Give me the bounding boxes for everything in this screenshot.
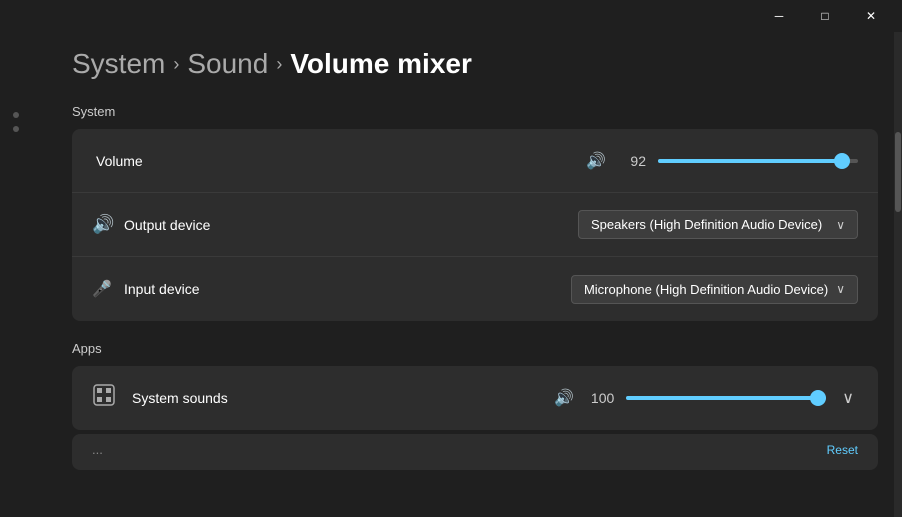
input-chevron-icon: ∨ [836, 282, 845, 296]
system-card: Volume 🔊 92 🔊 [72, 129, 878, 321]
breadcrumb-sound[interactable]: Sound [187, 48, 268, 80]
minimize-button[interactable]: ─ [756, 0, 802, 32]
system-sounds-expand-button[interactable]: ∨ [838, 384, 858, 412]
partial-app-row: ... Reset [72, 434, 878, 470]
input-device-row: 🎤 Input device Microphone (High Definiti… [72, 257, 878, 321]
volume-value: 92 [618, 153, 646, 169]
volume-row: Volume 🔊 92 [72, 129, 878, 193]
volume-speaker-icon: 🔊 [586, 151, 606, 171]
window: ─ □ ✕ System › Sound › Volume mixer Syst… [0, 0, 902, 517]
sidebar-dot-1 [13, 112, 19, 118]
scrollbar-thumb[interactable] [895, 132, 901, 212]
main-content: System › Sound › Volume mixer System Vol… [32, 32, 902, 486]
system-sounds-label: System sounds [132, 390, 554, 406]
output-device-label: Output device [124, 217, 578, 233]
input-device-label: Input device [124, 281, 571, 297]
breadcrumb-sep-2: › [276, 54, 282, 75]
volume-controls: 🔊 92 [586, 151, 858, 171]
system-sounds-controls: 🔊 100 ∨ [554, 384, 858, 412]
maximize-button[interactable]: □ [802, 0, 848, 32]
mic-icon: 🎤 [92, 279, 120, 299]
volume-label: Volume [96, 153, 586, 169]
system-sounds-row: System sounds 🔊 100 ∨ [72, 366, 878, 430]
breadcrumb: System › Sound › Volume mixer [72, 48, 878, 80]
partial-row-right: Reset [827, 443, 858, 457]
breadcrumb-sep-1: › [173, 54, 179, 75]
breadcrumb-system[interactable]: System [72, 48, 165, 80]
system-sounds-thumb[interactable] [810, 390, 826, 406]
close-button[interactable]: ✕ [848, 0, 894, 32]
apps-section-label: Apps [72, 341, 878, 356]
input-device-controls: Microphone (High Definition Audio Device… [571, 275, 858, 304]
output-device-value: Speakers (High Definition Audio Device) [591, 217, 822, 232]
system-sounds-fill [626, 396, 826, 400]
scrollbar[interactable] [894, 32, 902, 517]
system-sounds-value: 100 [586, 390, 614, 406]
sidebar [0, 32, 32, 517]
system-sounds-icon [92, 383, 128, 413]
apps-card: System sounds 🔊 100 ∨ [72, 366, 878, 430]
output-device-controls: Speakers (High Definition Audio Device) … [578, 210, 858, 239]
system-section-label: System [72, 104, 878, 119]
partial-row-hint: ... [92, 442, 827, 457]
volume-fill [658, 159, 842, 163]
system-sounds-slider-container [626, 388, 826, 408]
system-sounds-track[interactable] [626, 396, 826, 400]
sidebar-dot-2 [13, 126, 19, 132]
apps-section: Apps System sounds [72, 341, 878, 470]
volume-thumb[interactable] [834, 153, 850, 169]
volume-track[interactable] [658, 159, 858, 163]
partial-row-content: ... Reset [72, 434, 878, 465]
output-device-row: 🔊 Output device Speakers (High Definitio… [72, 193, 878, 257]
output-device-dropdown[interactable]: Speakers (High Definition Audio Device) … [578, 210, 858, 239]
volume-slider-container [658, 151, 858, 171]
breadcrumb-current: Volume mixer [290, 48, 472, 80]
input-device-dropdown[interactable]: Microphone (High Definition Audio Device… [571, 275, 858, 304]
title-bar: ─ □ ✕ [0, 0, 902, 32]
input-device-value: Microphone (High Definition Audio Device… [584, 282, 828, 297]
output-chevron-icon: ∨ [836, 218, 845, 232]
output-icon: 🔊 [92, 214, 120, 235]
system-sounds-speaker-icon: 🔊 [554, 388, 574, 408]
